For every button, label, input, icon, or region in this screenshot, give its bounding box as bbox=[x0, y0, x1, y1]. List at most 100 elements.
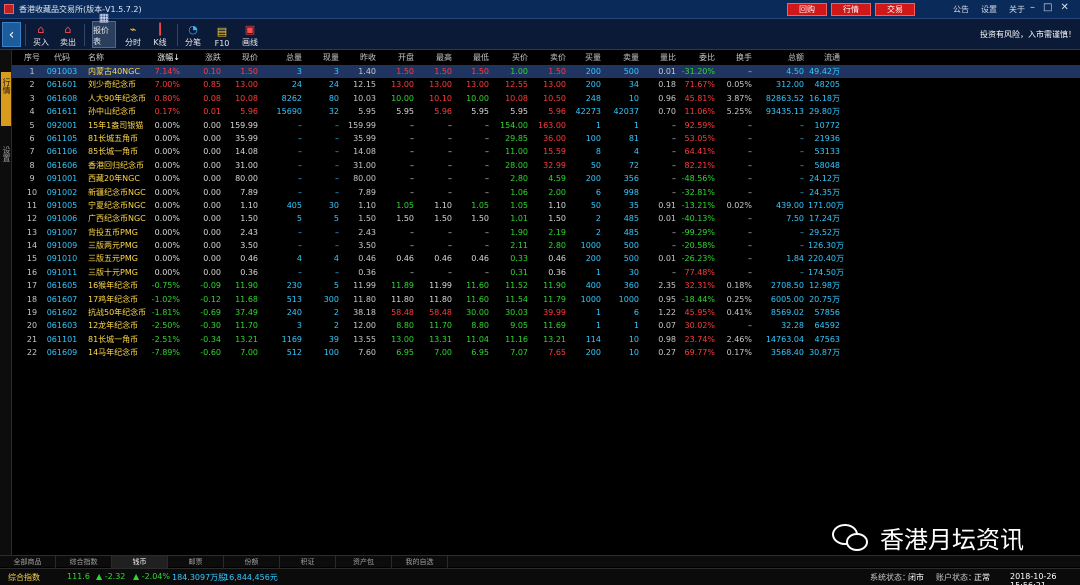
bottom-tab[interactable]: 全部商品 bbox=[0, 556, 56, 568]
bottom-tab[interactable]: 份额 bbox=[224, 556, 280, 568]
timeshare-tool[interactable]: ⌁ 分时 bbox=[123, 21, 143, 48]
header-prev-close[interactable]: 昨收 bbox=[338, 51, 376, 65]
kline-tool[interactable]: ┃ K线 bbox=[150, 21, 170, 48]
header-open[interactable]: 开盘 bbox=[378, 51, 414, 65]
bottom-tab[interactable]: 邮票 bbox=[168, 556, 224, 568]
header-low[interactable]: 最低 bbox=[453, 51, 489, 65]
cell-amount: – bbox=[800, 160, 804, 170]
bottom-tab[interactable]: 我的自选 bbox=[392, 556, 448, 568]
quotes-button[interactable]: 行情 bbox=[831, 3, 871, 16]
trade-button[interactable]: 交易 bbox=[875, 3, 915, 16]
table-row[interactable]: 11 091005 宁夏纪念币NGC 0.00% 0.00 1.10 405 30 1.10 1.… bbox=[12, 199, 1080, 212]
header-change[interactable]: 涨跌 bbox=[183, 51, 221, 65]
cell-change-pct: 0.00% bbox=[154, 133, 180, 143]
bottom-tab[interactable]: 钱币 bbox=[112, 556, 168, 568]
table-row[interactable]: 7 061106 85长城一角币 0.00% 0.00 14.08– –14.08– – –11… bbox=[12, 145, 1080, 158]
cell-volume-ratio: – bbox=[672, 267, 676, 277]
header-ask-qty[interactable]: 卖量 bbox=[604, 51, 639, 65]
table-row[interactable]: 14 091009 三版两元PMG 0.00% 0.00 3.50– –3.50– – –2.1… bbox=[12, 239, 1080, 252]
cell-amount: 8569.02 bbox=[770, 308, 804, 318]
cell-circulation: 126.30万 bbox=[808, 241, 844, 251]
cell-amount: 2708.50 bbox=[770, 281, 804, 291]
header-circulation[interactable]: 流通 bbox=[808, 51, 840, 65]
cell-code: 061606 bbox=[46, 160, 78, 170]
cell-total-volume: – bbox=[298, 147, 302, 157]
index-change: ▲ -2.32 bbox=[96, 572, 126, 581]
cell-bid-qty: 200 bbox=[585, 80, 601, 90]
back-button[interactable]: ‹ bbox=[2, 22, 21, 47]
bottom-tab[interactable]: 资产包 bbox=[336, 556, 392, 568]
table-row[interactable]: 2 061601 刘少奇纪念币 7.00% 0.85 13.00 24 24 12.15 13.0… bbox=[12, 78, 1080, 91]
cell-price: 7.89 bbox=[240, 187, 258, 197]
status-datetime: 2018-10-26 15:56:21 bbox=[1010, 572, 1057, 585]
bottom-tab[interactable]: 积证 bbox=[280, 556, 336, 568]
window-title: 香港收藏品交易所(版本-V1.5.7.2) bbox=[19, 4, 142, 14]
table-row[interactable]: 4 061611 孙中山纪念币 0.17% 0.01 5.96 15690 32 5.95 5.9… bbox=[12, 105, 1080, 118]
table-row[interactable]: 17 061605 16猴年纪念币 -0.75% -0.09 11.90 230 5 11.99… bbox=[12, 279, 1080, 292]
close-icon[interactable]: ✕ bbox=[1060, 2, 1068, 13]
header-change-pct[interactable]: 涨幅↓ bbox=[138, 51, 180, 65]
cell-ask-qty: 1000 bbox=[618, 294, 639, 304]
tick-tool[interactable]: ◔ 分笔 bbox=[183, 21, 203, 48]
table-row[interactable]: 13 091007 背投五币PMG 0.00% 0.00 2.43– –2.43– – –1.9… bbox=[12, 226, 1080, 239]
about-link[interactable]: 关于 bbox=[1009, 4, 1025, 15]
table-row[interactable]: 21 061101 81长城一角币 -2.51% -0.34 13.21 1169 39 13.… bbox=[12, 333, 1080, 346]
cell-total-volume: 405 bbox=[286, 200, 302, 210]
risk-warning: 投资有风险，入市需谨慎！ bbox=[980, 30, 1076, 39]
cell-volume-ratio: – bbox=[672, 120, 676, 130]
header-price[interactable]: 现价 bbox=[222, 51, 258, 65]
bottom-tab[interactable]: 综合指数 bbox=[56, 556, 112, 568]
cell-volume-ratio: – bbox=[672, 241, 676, 251]
table-row[interactable]: 16 091011 三版十元PMG 0.00% 0.00 0.36– –0.36– – –0.3… bbox=[12, 266, 1080, 279]
settings-link[interactable]: 设置 bbox=[981, 4, 997, 15]
header-code[interactable]: 代码 bbox=[40, 51, 84, 65]
minimize-icon[interactable]: – bbox=[1030, 2, 1035, 13]
cell-ask-qty: 998 bbox=[623, 187, 639, 197]
cell-bid: 5.95 bbox=[510, 107, 528, 117]
table-row[interactable]: 19 061602 抗战50年纪念币 -1.81% -0.69 37.49 240 2 38.1… bbox=[12, 306, 1080, 319]
announcement-link[interactable]: 公告 bbox=[953, 4, 969, 15]
cell-change-pct: 0.00% bbox=[154, 187, 180, 197]
cell-circulation: 220.40万 bbox=[808, 254, 844, 264]
table-row[interactable]: 15 091010 三版五元PMG 0.00% 0.00 0.46 4 4 0.46 0.46 0.… bbox=[12, 252, 1080, 265]
quote-table-tool[interactable]: ▦ 报价表 bbox=[92, 11, 116, 48]
table-row[interactable]: 1 091003 内蒙古40NGC 7.14% 0.10 1.50 3 3 1.40 1.50 1.… bbox=[12, 65, 1080, 79]
buyback-button[interactable]: 回购 bbox=[787, 3, 827, 16]
cell-total-volume: – bbox=[298, 241, 302, 251]
cell-change-pct: -0.75% bbox=[151, 281, 180, 291]
header-high[interactable]: 最高 bbox=[416, 51, 452, 65]
header-amount[interactable]: 总额 bbox=[754, 51, 804, 65]
header-turnover[interactable]: 换手 bbox=[715, 51, 752, 65]
table-row[interactable]: 12 091006 广西纪念币NGC 0.00% 0.00 1.50 5 5 1.50 1.50 1… bbox=[12, 212, 1080, 225]
draw-line-tool[interactable]: ▣ 画线 bbox=[240, 21, 260, 48]
buy-tool[interactable]: ⌂ 买入 bbox=[31, 21, 51, 48]
side-tab-settings[interactable]: 设置 bbox=[1, 140, 11, 170]
sell-tool[interactable]: ⌂ 卖出 bbox=[58, 21, 78, 48]
header-ask[interactable]: 卖价 bbox=[529, 51, 566, 65]
table-row[interactable]: 10 091002 新疆纪念币NGC 0.00% 0.00 7.89– –7.89– – –1.… bbox=[12, 186, 1080, 199]
header-bid-qty[interactable]: 买量 bbox=[566, 51, 601, 65]
cell-low: 1.05 bbox=[471, 200, 489, 210]
header-volume-ratio[interactable]: 量比 bbox=[640, 51, 676, 65]
table-row[interactable]: 20 061603 12龙年纪念币 -2.50% -0.30 11.70 3 2 12.00 8.… bbox=[12, 319, 1080, 332]
f10-tool[interactable]: ▤ F10 bbox=[212, 21, 232, 49]
table-row[interactable]: 8 061606 香港回归纪念币 0.00% 0.00 31.00– –31.00– – –28… bbox=[12, 159, 1080, 172]
cell-amount: 3568.40 bbox=[770, 348, 804, 358]
table-row[interactable]: 22 061609 14马年纪念币 -7.89% -0.60 7.00 512 100 7.60… bbox=[12, 346, 1080, 359]
maximize-icon[interactable]: □ bbox=[1043, 2, 1052, 13]
cell-ask: 10.50 bbox=[543, 93, 566, 103]
table-row[interactable]: 18 061607 17鸡年纪念币 -1.02% -0.12 11.68 513 300 11.… bbox=[12, 293, 1080, 306]
side-tab-quotes[interactable]: 行情 bbox=[1, 72, 11, 126]
header-total-volume[interactable]: 总量 bbox=[262, 51, 302, 65]
table-row[interactable]: 6 061105 81长城五角币 0.00% 0.00 35.99– –35.99– – –29… bbox=[12, 132, 1080, 145]
table-row[interactable]: 9 091001 西藏20年NGC 0.00% 0.00 80.00– –80.00– – –2… bbox=[12, 172, 1080, 185]
table-row[interactable]: 3 061608 人大90年纪念币 0.80% 0.08 10.08 8262 80 10.03… bbox=[12, 92, 1080, 105]
header-order-ratio[interactable]: 委比 bbox=[679, 51, 715, 65]
header-bid[interactable]: 买价 bbox=[490, 51, 528, 65]
cell-turnover: – bbox=[748, 187, 752, 197]
cell-circulation: 16.18万 bbox=[809, 93, 840, 103]
cell-price: 0.36 bbox=[240, 267, 258, 277]
header-current-volume[interactable]: 现量 bbox=[310, 51, 339, 65]
table-row[interactable]: 5 092001 15年1盎司银猫 0.00% 0.00 159.99– –159.99– –… bbox=[12, 119, 1080, 132]
cell-change: 0.00 bbox=[203, 120, 221, 130]
